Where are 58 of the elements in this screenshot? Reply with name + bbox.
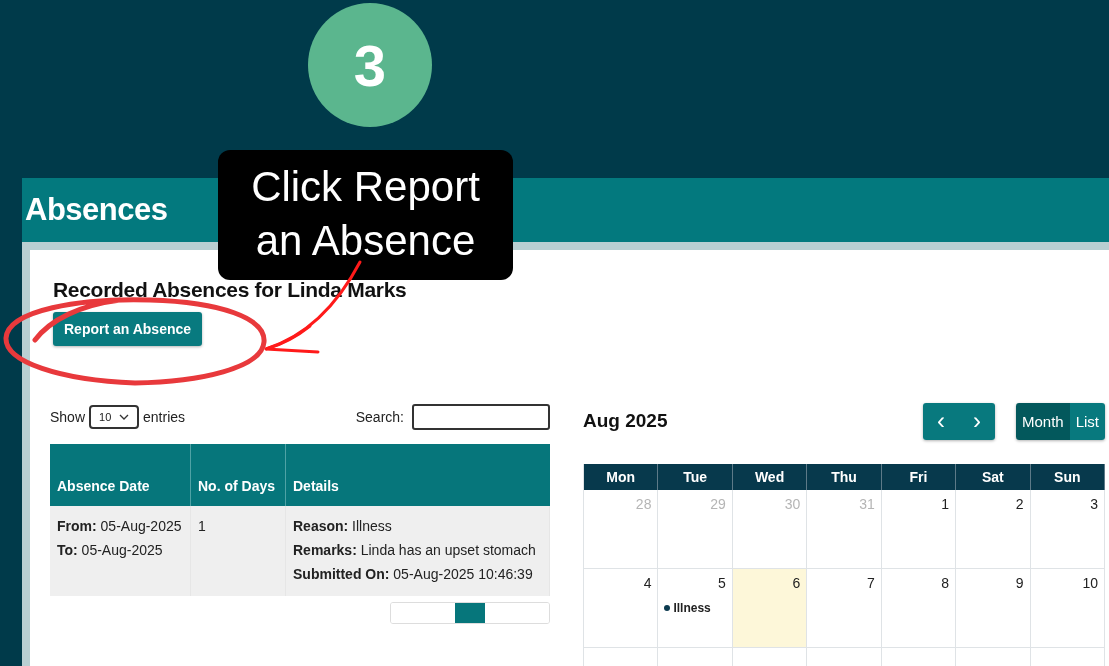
weekday-header: Tue [658,464,733,490]
column-header[interactable]: Details [285,444,550,506]
day-number: 31 [859,496,875,512]
day-number: 28 [635,496,652,512]
detail-line: Reason: Illness [293,517,393,536]
days-count: 1 [198,517,207,536]
day-number: 10 [1082,575,1098,591]
chevron-down-icon [119,414,130,420]
day-cell[interactable]: 10 [1030,569,1105,648]
page-title: Absences [25,192,168,228]
entries-label: entries [143,409,186,425]
next-month-button[interactable]: › [958,402,995,440]
previous-month-button[interactable]: ‹ [922,402,959,440]
day-number: 6 [792,575,801,591]
calendar-title: Aug 2025 [583,410,668,432]
detail-line: Submitted On: 05-Aug-2025 10:46:39 [293,565,534,584]
weekday-header: Thu [807,464,882,490]
day-number: 1 [941,496,950,512]
day-cell[interactable]: 9 [956,569,1031,648]
page-size-select[interactable]: 10 [89,405,140,429]
weekday-header: Mon [584,464,659,490]
weekday-header: Wed [732,464,808,490]
day-number: 3 [1090,496,1098,512]
detail-line: Remarks: Linda has an upset stomach [293,541,537,560]
day-number: 8 [941,575,950,591]
day-cell[interactable]: 3 [1030,490,1105,569]
day-number: 9 [1015,575,1024,591]
day-number: 2 [1015,496,1024,512]
day-number: 4 [643,575,652,591]
day-cell[interactable]: 1 [881,490,957,569]
weekday-header: Fri [881,464,957,490]
date-line: To: 05-Aug-2025 [57,541,164,560]
view-tab[interactable]: List [1069,402,1105,440]
day-cell[interactable]: 6 [732,569,808,648]
day-cell[interactable]: 8 [881,569,957,648]
day-number: 30 [784,496,801,512]
day-cell[interactable]: 2 [956,490,1031,569]
day-cell[interactable]: 5 Illness [658,569,733,648]
show-label: Show [50,409,86,425]
section-title: Recorded Absences for Linda Marks [53,278,408,302]
pagination-control[interactable] [390,602,550,624]
column-header[interactable]: No. of Days [190,444,286,506]
report-absence-button[interactable]: Report an Absence [53,312,203,346]
search-field[interactable] [412,404,550,430]
day-cell[interactable]: 4 [584,569,659,648]
view-tab[interactable]: Month [1015,402,1070,440]
callout-tooltip: Click Report an Absence [218,150,513,280]
search-label: Search: [355,409,404,425]
day-number: 7 [866,575,875,591]
day-number: 5 [718,575,726,591]
column-header[interactable]: Absence Date [50,444,191,506]
weekday-header: Sun [1030,464,1105,490]
step-badge: 3 [308,3,432,127]
day-cell[interactable]: 7 [807,569,882,648]
weekday-header: Sat [956,464,1031,490]
day-number: 29 [710,496,726,512]
event-label[interactable]: Illness [673,601,711,615]
date-line: From: 05-Aug-2025 [57,517,183,536]
